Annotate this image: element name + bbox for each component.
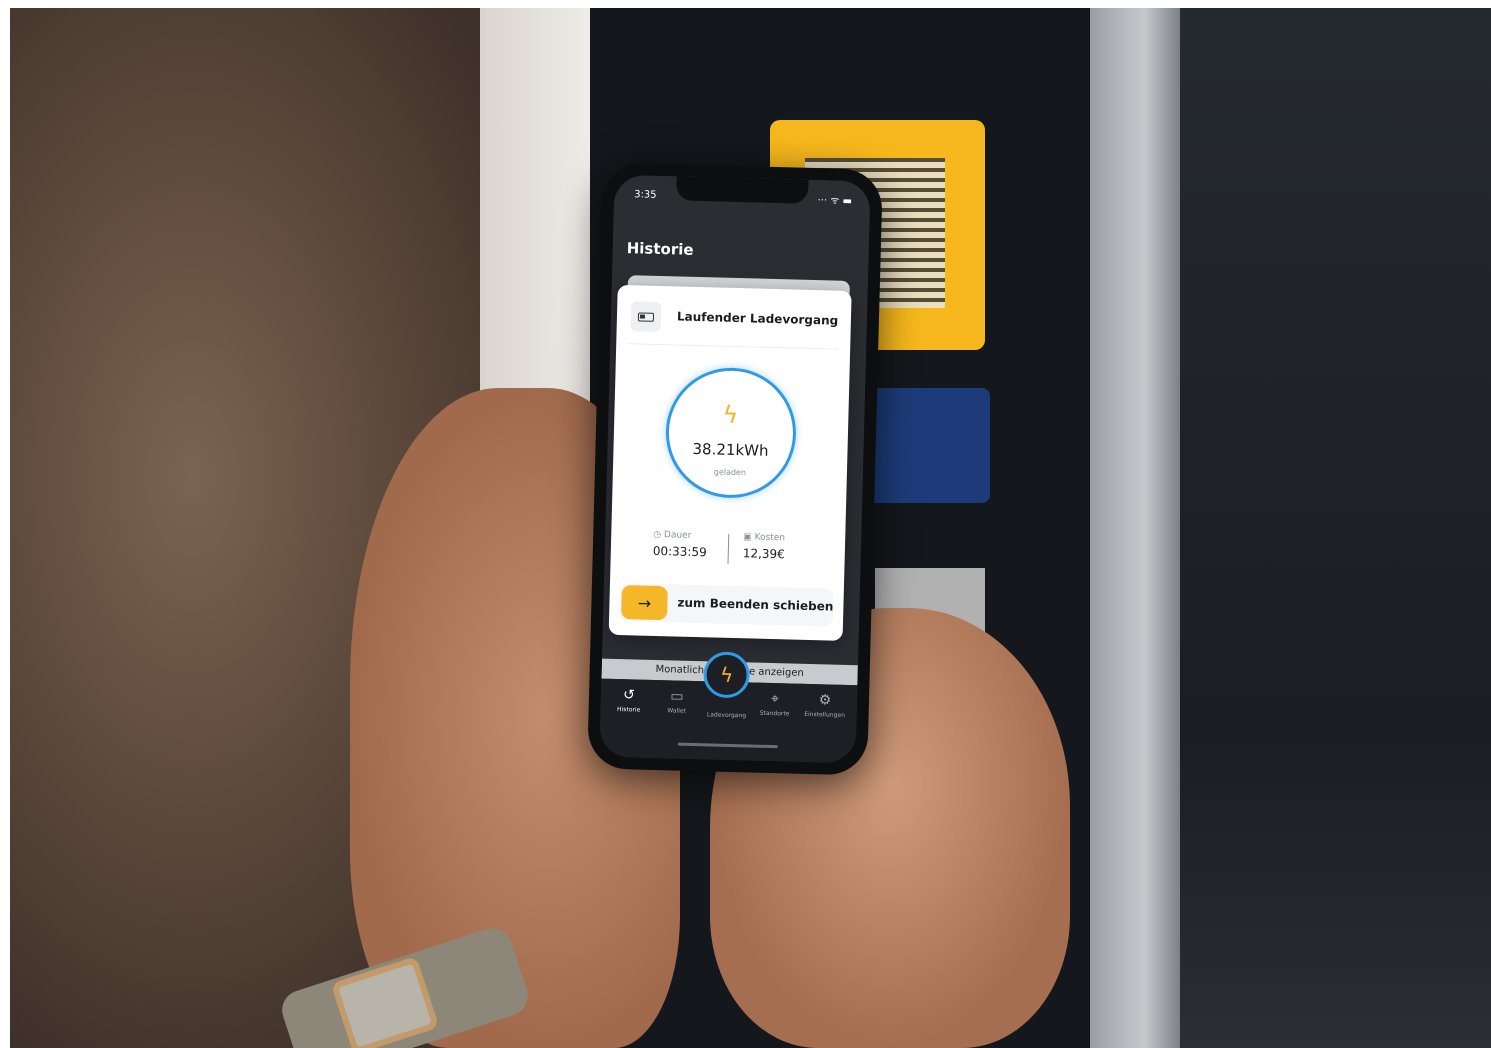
battery-icon <box>630 301 662 333</box>
energy-ring: ϟ 38.21kWh geladen <box>664 366 798 500</box>
tab-einstellungen[interactable]: ⚙ Einstellungen <box>801 692 850 719</box>
money-icon: ▣ <box>743 532 755 543</box>
notch <box>676 176 809 204</box>
stat-separator <box>727 533 730 564</box>
page-title: Historie <box>626 239 694 259</box>
divider <box>628 343 839 350</box>
status-time: 3:35 <box>634 189 657 201</box>
tab-historie[interactable]: ↺ Historie <box>605 687 654 714</box>
phone-screen: 3:35 ··· ᯤ ▬ Historie Laufender Ladevorg… <box>599 174 871 764</box>
gear-icon: ⚙ <box>818 692 832 709</box>
background-photo: 3:35 ··· ᯤ ▬ Historie Laufender Ladevorg… <box>10 8 1491 1048</box>
energy-label: geladen <box>713 467 747 478</box>
clock-icon: ◷ <box>653 529 665 541</box>
card-title: Laufender Ladevorgang <box>676 309 839 328</box>
status-icons: ··· ᯤ ▬ <box>817 195 853 207</box>
charging-card: Laufender Ladevorgang ϟ 38.21kWh geladen… <box>608 284 852 754</box>
bolt-icon: ϟ <box>722 400 739 430</box>
bolt-icon: ϟ <box>719 662 734 688</box>
blue-sticker <box>860 388 990 503</box>
cost-label: Kosten <box>754 532 786 544</box>
stop-slider[interactable]: → zum Beenden schieben <box>618 583 834 627</box>
tab-standorte[interactable]: ⌖ Standorte <box>751 691 800 718</box>
background-dark <box>1180 8 1491 1048</box>
tab-ladevorgang[interactable]: Ladevorgang <box>702 711 750 719</box>
wallet-icon: ▭ <box>670 688 684 705</box>
home-indicator <box>677 742 778 749</box>
slider-label: zum Beenden schieben <box>677 595 834 614</box>
duration-stat: ◷ Dauer 00:33:59 <box>653 530 708 559</box>
location-icon: ⌖ <box>770 691 780 708</box>
metal-pillar <box>1090 8 1180 1048</box>
cost-value: 12,39€ <box>742 546 785 562</box>
duration-label: Dauer <box>663 530 692 541</box>
history-icon: ↺ <box>622 687 636 704</box>
cost-stat: ▣ Kosten 12,39€ <box>743 532 786 561</box>
arrow-right-icon[interactable]: → <box>621 585 668 621</box>
duration-value: 00:33:59 <box>652 543 707 560</box>
smartphone: 3:35 ··· ᯤ ▬ Historie Laufender Ladevorg… <box>587 162 883 776</box>
tab-wallet[interactable]: ▭ Wallet <box>653 688 702 715</box>
energy-value: 38.21kWh <box>692 439 769 460</box>
